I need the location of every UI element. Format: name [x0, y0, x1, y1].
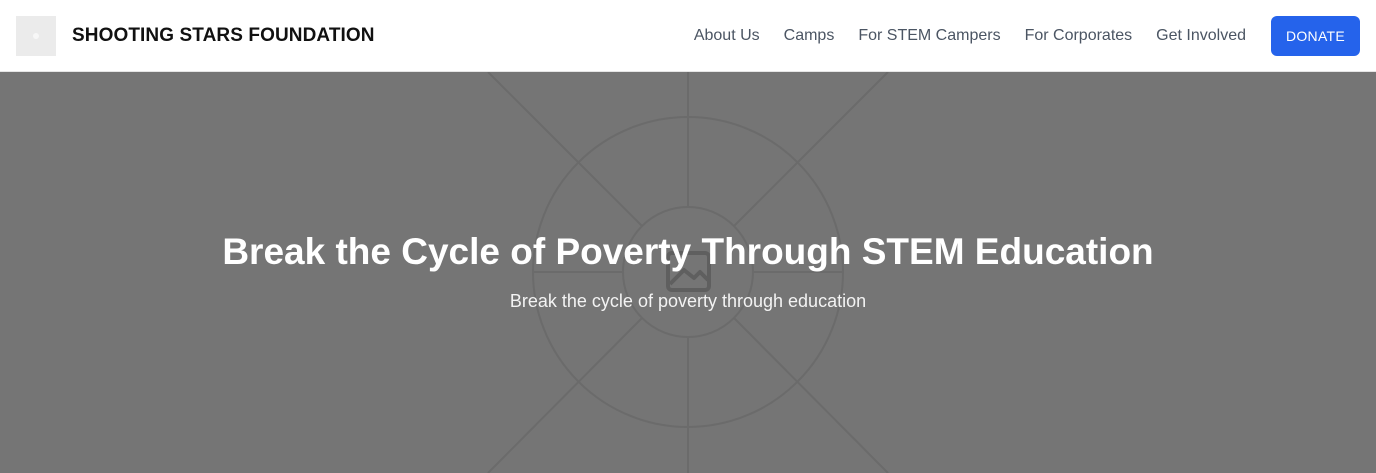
nav-link-for-stem-campers[interactable]: For STEM Campers — [858, 24, 1000, 48]
nav-link-camps[interactable]: Camps — [784, 24, 835, 48]
top-navbar: SHOOTING STARS FOUNDATION About Us Camps… — [0, 0, 1376, 72]
nav-link-about-us[interactable]: About Us — [694, 24, 760, 48]
logo-dot — [33, 33, 39, 39]
logo-placeholder-icon[interactable] — [16, 16, 56, 56]
nav-links: About Us Camps For STEM Campers For Corp… — [670, 24, 1246, 48]
nav-link-for-corporates[interactable]: For Corporates — [1025, 24, 1133, 48]
hero-subtitle: Break the cycle of poverty through educa… — [509, 291, 867, 311]
nav-link-get-involved[interactable]: Get Involved — [1156, 24, 1246, 48]
brand-name[interactable]: SHOOTING STARS FOUNDATION — [72, 24, 375, 48]
hero-title: Break the Cycle of Poverty Through STEM … — [222, 231, 1154, 272]
donate-button[interactable]: DONATE — [1271, 16, 1360, 56]
hero-section: Break the Cycle of Poverty Through STEM … — [0, 72, 1376, 473]
